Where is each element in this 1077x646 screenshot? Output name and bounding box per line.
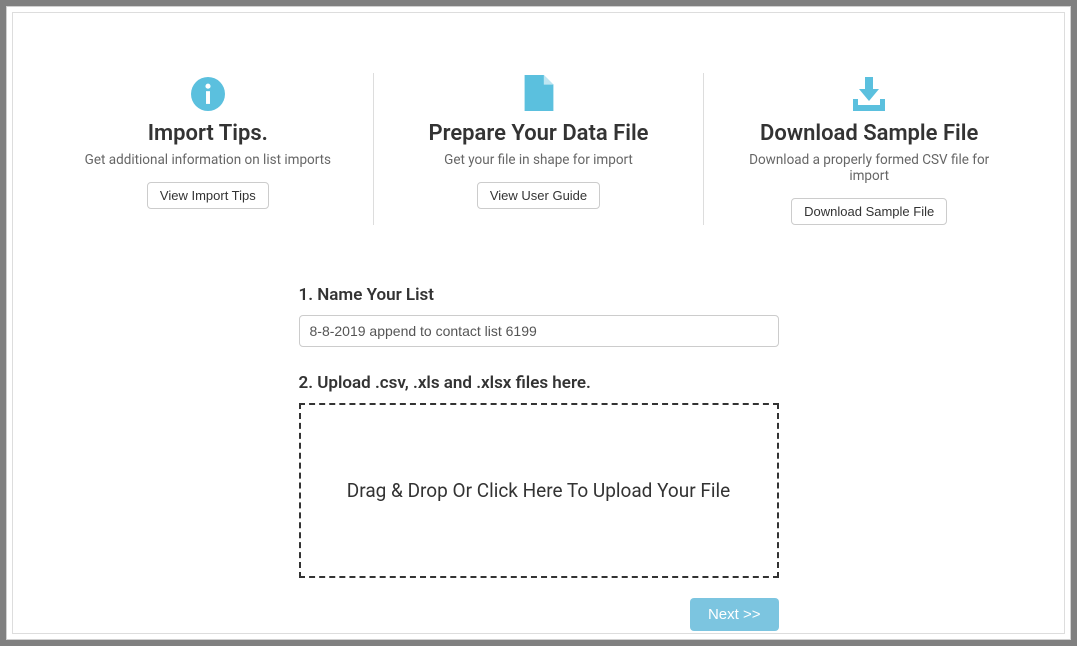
view-user-guide-button[interactable]: View User Guide [477, 182, 600, 209]
download-sample-column: Download Sample File Download a properly… [704, 73, 1034, 225]
prepare-data-column: Prepare Your Data File Get your file in … [373, 73, 705, 225]
upload-form-area: 1. Name Your List 2. Upload .csv, .xls a… [299, 285, 779, 631]
step2-label: 2. Upload .csv, .xls and .xlsx files her… [299, 373, 779, 393]
import-tips-subtitle: Get additional information on list impor… [85, 152, 331, 168]
info-icon [191, 73, 225, 111]
download-sample-file-button[interactable]: Download Sample File [791, 198, 947, 225]
view-import-tips-button[interactable]: View Import Tips [147, 182, 269, 209]
file-dropzone[interactable]: Drag & Drop Or Click Here To Upload Your… [299, 403, 779, 578]
download-sample-subtitle: Download a properly formed CSV file for … [729, 152, 1009, 184]
file-icon [524, 73, 554, 111]
info-columns-row: Import Tips. Get additional information … [43, 73, 1034, 225]
window-inner-frame: Import Tips. Get additional information … [12, 12, 1065, 634]
next-button-row: Next >> [299, 598, 779, 631]
import-tips-title: Import Tips. [148, 121, 268, 146]
download-sample-title: Download Sample File [760, 121, 978, 146]
download-icon [851, 73, 887, 111]
step1-label: 1. Name Your List [299, 285, 779, 305]
prepare-data-subtitle: Get your file in shape for import [444, 152, 633, 168]
import-tips-column: Import Tips. Get additional information … [43, 73, 373, 225]
dropzone-text: Drag & Drop Or Click Here To Upload Your… [347, 479, 730, 502]
list-name-input[interactable] [299, 315, 779, 347]
window-outer-frame: Import Tips. Get additional information … [6, 6, 1071, 640]
next-button[interactable]: Next >> [690, 598, 779, 631]
prepare-data-title: Prepare Your Data File [429, 121, 649, 146]
